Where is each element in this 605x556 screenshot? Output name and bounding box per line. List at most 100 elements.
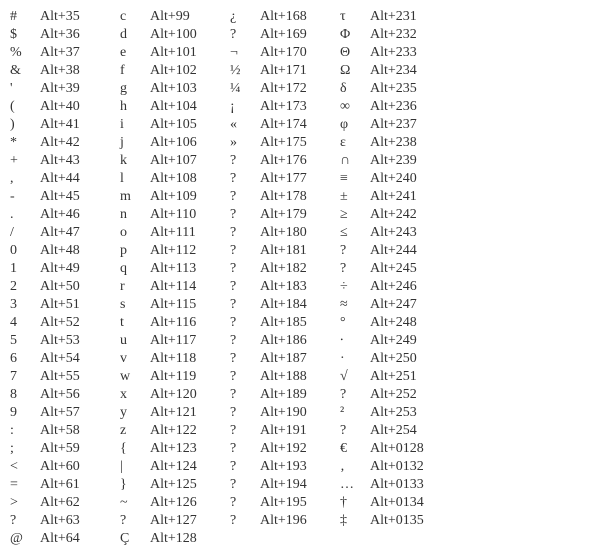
alt-code-cell: Alt+183: [260, 278, 340, 296]
alt-code-row: ≥Alt+242: [340, 206, 450, 224]
alt-code-cell: Alt+110: [150, 206, 230, 224]
alt-code-cell: Alt+196: [260, 512, 340, 530]
character-cell: -: [10, 188, 40, 206]
character-cell: ~: [120, 494, 150, 512]
alt-code-row: ?Alt+187: [230, 350, 340, 368]
character-cell: ): [10, 116, 40, 134]
alt-code-cell: Alt+58: [40, 422, 120, 440]
character-cell: ?: [230, 494, 260, 512]
character-cell: ': [10, 80, 40, 98]
character-cell: ¬: [230, 44, 260, 62]
alt-code-row: )Alt+41: [10, 116, 120, 134]
alt-code-row: ?Alt+179: [230, 206, 340, 224]
alt-code-cell: Alt+113: [150, 260, 230, 278]
alt-code-cell: Alt+192: [260, 440, 340, 458]
alt-code-cell: Alt+118: [150, 350, 230, 368]
alt-code-cell: Alt+51: [40, 296, 120, 314]
character-cell: v: [120, 350, 150, 368]
alt-code-cell: Alt+40: [40, 98, 120, 116]
character-cell: ?: [230, 170, 260, 188]
alt-code-row: gAlt+103: [120, 80, 230, 98]
character-cell: #: [10, 8, 40, 26]
alt-code-row: eAlt+101: [120, 44, 230, 62]
alt-code-row: wAlt+119: [120, 368, 230, 386]
character-cell: ?: [230, 350, 260, 368]
alt-code-row: »Alt+175: [230, 134, 340, 152]
character-cell: p: [120, 242, 150, 260]
character-cell: &: [10, 62, 40, 80]
column-4: τAlt+231ΦAlt+232ΘAlt+233ΩAlt+234δAlt+235…: [340, 8, 450, 548]
alt-code-cell: Alt+249: [370, 332, 450, 350]
character-cell: u: [120, 332, 150, 350]
alt-code-row: =Alt+61: [10, 476, 120, 494]
character-cell: .: [10, 206, 40, 224]
alt-code-row: φAlt+237: [340, 116, 450, 134]
alt-code-row: ?Alt+63: [10, 512, 120, 530]
alt-code-row: ?Alt+180: [230, 224, 340, 242]
character-cell: ?: [230, 260, 260, 278]
alt-code-row: ΦAlt+232: [340, 26, 450, 44]
alt-code-row: ²Alt+253: [340, 404, 450, 422]
character-cell: †: [340, 494, 370, 512]
character-cell: ≈: [340, 296, 370, 314]
alt-code-cell: Alt+116: [150, 314, 230, 332]
alt-code-cell: Alt+47: [40, 224, 120, 242]
alt-code-row: ∙Alt+249: [340, 332, 450, 350]
character-cell: 8: [10, 386, 40, 404]
alt-code-row: τAlt+231: [340, 8, 450, 26]
alt-code-cell: Alt+193: [260, 458, 340, 476]
character-cell: ,: [10, 170, 40, 188]
alt-code-cell: Alt+0134: [370, 494, 450, 512]
alt-code-cell: Alt+108: [150, 170, 230, 188]
alt-code-cell: Alt+120: [150, 386, 230, 404]
alt-code-cell: Alt+238: [370, 134, 450, 152]
character-cell: j: [120, 134, 150, 152]
alt-code-row: ÷Alt+246: [340, 278, 450, 296]
alt-code-row: ?Alt+178: [230, 188, 340, 206]
character-cell: ?: [230, 422, 260, 440]
alt-code-cell: Alt+114: [150, 278, 230, 296]
alt-code-cell: Alt+247: [370, 296, 450, 314]
alt-code-row: rAlt+114: [120, 278, 230, 296]
character-cell: ?: [230, 278, 260, 296]
alt-code-row: ?Alt+185: [230, 314, 340, 332]
character-cell: 5: [10, 332, 40, 350]
alt-code-row: }Alt+125: [120, 476, 230, 494]
character-cell: »: [230, 134, 260, 152]
alt-code-row: ~Alt+126: [120, 494, 230, 512]
alt-code-row: sAlt+115: [120, 296, 230, 314]
alt-code-cell: Alt+172: [260, 80, 340, 98]
alt-code-cell: Alt+50: [40, 278, 120, 296]
character-cell: ≤: [340, 224, 370, 242]
alt-code-row: $Alt+36: [10, 26, 120, 44]
alt-code-row: ±Alt+241: [340, 188, 450, 206]
alt-code-row: ¼Alt+172: [230, 80, 340, 98]
alt-code-row: iAlt+105: [120, 116, 230, 134]
alt-code-row: {Alt+123: [120, 440, 230, 458]
alt-code-row: ?Alt+195: [230, 494, 340, 512]
character-cell: ²: [340, 404, 370, 422]
character-cell: o: [120, 224, 150, 242]
alt-code-row: ?Alt+188: [230, 368, 340, 386]
alt-code-row: uAlt+117: [120, 332, 230, 350]
character-cell: ∞: [340, 98, 370, 116]
alt-code-cell: Alt+62: [40, 494, 120, 512]
alt-code-cell: Alt+184: [260, 296, 340, 314]
character-cell: 6: [10, 350, 40, 368]
alt-code-row: ?Alt+192: [230, 440, 340, 458]
alt-code-row: zAlt+122: [120, 422, 230, 440]
character-cell: <: [10, 458, 40, 476]
alt-code-cell: Alt+53: [40, 332, 120, 350]
character-cell: 7: [10, 368, 40, 386]
column-3: ¿Alt+168?Alt+169¬Alt+170½Alt+171¼Alt+172…: [230, 8, 340, 548]
character-cell: ∩: [340, 152, 370, 170]
alt-code-row: ?Alt+181: [230, 242, 340, 260]
alt-code-cell: Alt+242: [370, 206, 450, 224]
alt-code-cell: Alt+124: [150, 458, 230, 476]
alt-code-row: 0Alt+48: [10, 242, 120, 260]
alt-code-cell: Alt+173: [260, 98, 340, 116]
alt-code-cell: Alt+36: [40, 26, 120, 44]
alt-code-row: ‡Alt+0135: [340, 512, 450, 530]
alt-code-row: qAlt+113: [120, 260, 230, 278]
alt-code-row: &Alt+38: [10, 62, 120, 80]
